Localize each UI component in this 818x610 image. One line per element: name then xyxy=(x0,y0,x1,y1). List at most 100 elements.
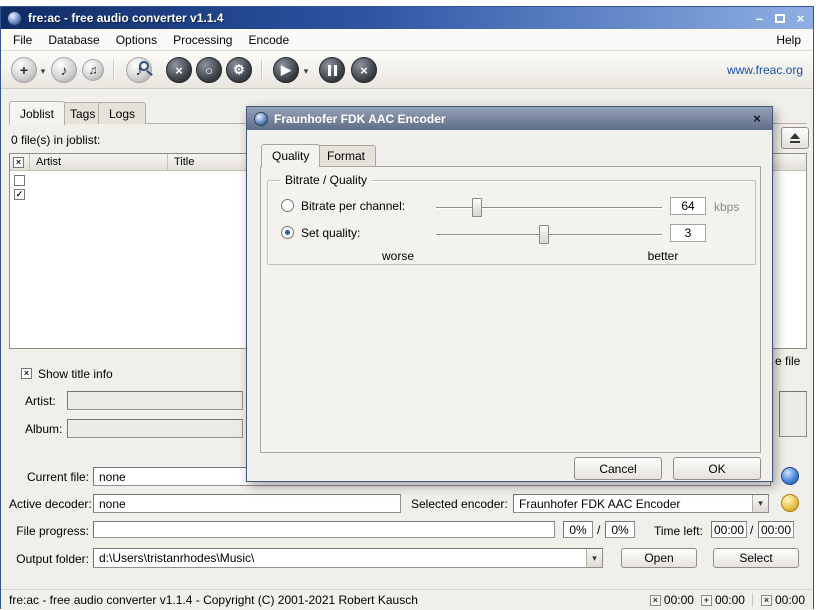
encoder-config-dialog: Fraunhofer FDK AAC Encoder × Quality For… xyxy=(246,106,773,482)
show-title-info-checkbox[interactable]: × xyxy=(21,368,32,379)
output-folder-combo[interactable]: d:\Users\tristanrhodes\Music\ ▾ xyxy=(93,548,603,568)
menu-item-encode[interactable]: Encode xyxy=(240,30,297,50)
minimize-button[interactable]: – xyxy=(753,12,766,25)
comment-field-fragment[interactable] xyxy=(779,391,807,437)
show-title-info-label: Show title info xyxy=(38,367,113,381)
output-folder-label: Output folder: xyxy=(9,552,89,566)
app-window: fre:ac - free audio converter v1.1.4 – ×… xyxy=(0,6,814,609)
current-file-label: Current file: xyxy=(9,470,89,484)
status-times: × 00:00 + 00:00 × 00:00 xyxy=(650,593,805,607)
selected-encoder-value: Fraunhofer FDK AAC Encoder xyxy=(519,497,680,511)
music-note-icon: ♪ xyxy=(61,62,68,78)
toolbar-separator xyxy=(113,60,115,80)
group-title: Bitrate / Quality xyxy=(280,173,372,187)
dialog-tab-quality[interactable]: Quality xyxy=(261,144,320,167)
audio-cd-button[interactable]: ○ xyxy=(196,57,222,83)
column-header-artist[interactable]: Artist xyxy=(30,154,168,170)
bitrate-quality-group: Bitrate / Quality Bitrate per channel: 6… xyxy=(267,180,756,265)
dialog-close-button[interactable]: × xyxy=(749,111,765,126)
bitrate-unit-label: kbps xyxy=(714,200,739,214)
time-value-3: 00:00 xyxy=(775,593,805,607)
ok-button[interactable]: OK xyxy=(673,457,761,480)
boxed-x-icon: × xyxy=(761,595,772,606)
boxed-plus-icon: + xyxy=(701,595,712,606)
encoder-dropdown-arrow[interactable]: ▾ xyxy=(301,66,311,77)
configuration-button[interactable]: ⚙ xyxy=(226,57,252,83)
quality-slider-thumb[interactable] xyxy=(539,225,549,244)
tab-logs[interactable]: Logs xyxy=(98,102,146,124)
info-button[interactable] xyxy=(781,467,799,485)
worse-label: worse xyxy=(373,249,423,263)
joblist-checkbox-checked[interactable]: ✓ xyxy=(14,189,25,200)
general-settings-button[interactable]: × xyxy=(166,57,192,83)
pause-encoding-button[interactable] xyxy=(319,57,345,83)
dialog-title: Fraunhofer FDK AAC Encoder xyxy=(274,112,446,126)
select-button[interactable]: Select xyxy=(713,548,799,568)
add-file-button[interactable]: + xyxy=(11,57,37,83)
file-progress-bar xyxy=(93,521,555,538)
track-progress-value: 0% xyxy=(563,521,593,538)
pause-icon xyxy=(328,65,337,76)
quality-value-field[interactable]: 3 xyxy=(670,224,706,242)
time-indicator-2: + 00:00 xyxy=(701,593,745,607)
quality-radio[interactable] xyxy=(281,226,294,239)
bitrate-slider-thumb[interactable] xyxy=(472,198,482,217)
time-left-label: Time left: xyxy=(654,524,703,538)
bitrate-slider[interactable] xyxy=(436,207,662,209)
better-label: better xyxy=(638,249,688,263)
quality-slider[interactable] xyxy=(436,234,662,236)
column-header-select[interactable]: × xyxy=(10,154,30,170)
open-audio-file-button[interactable]: ♪ xyxy=(51,57,77,83)
toolbar: + ▾ ♪ ♫ ♪ × ○ ⚙ ▶ ▾ × www.freac.org xyxy=(1,51,813,89)
tab-joblist[interactable]: Joblist xyxy=(9,101,65,125)
cross-tools-icon: × xyxy=(175,63,183,78)
artist-label: Artist: xyxy=(25,394,56,408)
status-bar: fre:ac - free audio converter v1.1.4 - C… xyxy=(1,589,813,610)
encoder-config-button[interactable] xyxy=(781,494,799,512)
joblist-count: 0 file(s) in joblist: xyxy=(11,133,100,147)
maximize-button[interactable] xyxy=(775,14,785,23)
menu-item-database[interactable]: Database xyxy=(40,30,107,50)
stop-encoding-button[interactable]: × xyxy=(351,57,377,83)
album-label: Album: xyxy=(25,422,62,436)
bitrate-radio[interactable] xyxy=(281,199,294,212)
dialog-title-bar: Fraunhofer FDK AAC Encoder × xyxy=(247,107,772,130)
stop-icon: × xyxy=(360,63,368,78)
total-progress-value: 0% xyxy=(605,521,635,538)
close-button[interactable]: × xyxy=(794,12,807,25)
plus-icon: + xyxy=(20,62,28,78)
edit-tags-button[interactable]: ♫ xyxy=(82,59,104,81)
start-encoding-button[interactable]: ▶ xyxy=(273,57,299,83)
artist-field[interactable] xyxy=(67,391,243,410)
album-field[interactable] xyxy=(67,419,243,438)
open-button[interactable]: Open xyxy=(621,548,697,568)
encoder-combo-arrow-icon[interactable]: ▾ xyxy=(752,495,768,512)
status-text: fre:ac - free audio converter v1.1.4 - C… xyxy=(9,593,418,607)
selected-encoder-combo[interactable]: Fraunhofer FDK AAC Encoder ▾ xyxy=(513,494,769,513)
website-link[interactable]: www.freac.org xyxy=(727,63,803,77)
menu-item-options[interactable]: Options xyxy=(108,30,165,50)
cancel-button[interactable]: Cancel xyxy=(574,457,662,480)
window-title: fre:ac - free audio converter v1.1.4 xyxy=(28,11,223,25)
menu-item-processing[interactable]: Processing xyxy=(165,30,240,50)
active-decoder-value: none xyxy=(99,497,126,511)
single-file-label-fragment: e file xyxy=(775,354,800,368)
add-file-dropdown-arrow[interactable]: ▾ xyxy=(38,66,48,77)
output-folder-value: d:\Users\tristanrhodes\Music\ xyxy=(99,551,254,565)
drive-eject-button[interactable] xyxy=(781,127,809,149)
quality-label: Set quality: xyxy=(301,226,360,240)
bitrate-value-field[interactable]: 64 xyxy=(670,197,706,215)
cddb-query-button[interactable]: ♪ xyxy=(126,57,152,83)
dialog-tab-format[interactable]: Format xyxy=(316,145,376,166)
app-icon xyxy=(7,11,22,26)
active-decoder-field: none xyxy=(93,494,401,513)
output-folder-arrow-icon[interactable]: ▾ xyxy=(586,549,602,567)
time-value-2: 00:00 xyxy=(715,593,745,607)
toolbar-separator xyxy=(261,60,263,80)
select-all-checkbox[interactable]: × xyxy=(13,157,24,168)
menu-item-file[interactable]: File xyxy=(5,30,40,50)
gear-icon: ⚙ xyxy=(233,62,245,78)
menu-item-help[interactable]: Help xyxy=(768,30,809,50)
progress-slash: / xyxy=(597,523,600,537)
joblist-checkbox-empty[interactable] xyxy=(14,175,25,186)
